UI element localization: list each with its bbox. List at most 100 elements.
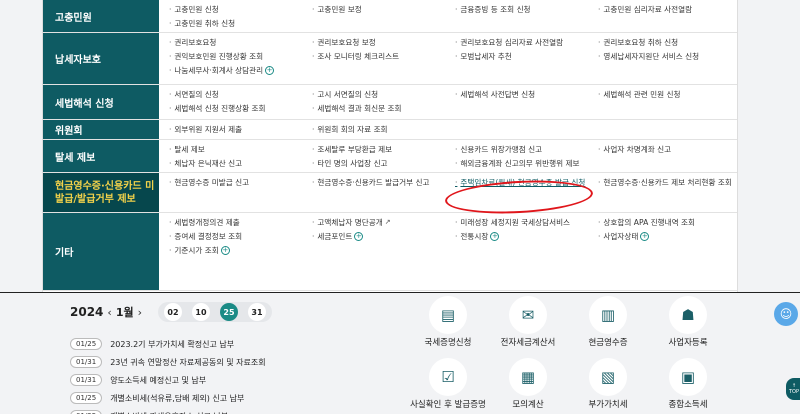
menu-link[interactable]: 체납자 은닉재산 신고	[169, 157, 312, 170]
menu-category[interactable]: 위원회	[43, 120, 159, 139]
menu-category[interactable]: 현금영수증·신용카드 미발급/발급거부 제보	[43, 173, 159, 212]
calendar-days: 02 10 25 31	[158, 302, 272, 322]
menu-link[interactable]: 세법해석 사전답변 신청	[455, 88, 598, 101]
menu-link-label: 외부위원 지원서 제출	[174, 125, 243, 134]
notice-date: 01/31	[70, 356, 103, 368]
expand-plus-icon[interactable]: +	[490, 232, 500, 241]
menu-category[interactable]: 고충민원	[43, 0, 159, 32]
menu-link[interactable]: 고시 서면질의 신청	[312, 88, 455, 101]
menu-category[interactable]: 기타	[43, 213, 159, 290]
menu-column: 권리보호요청 취하 신청영세납세자지원단 서비스 신청	[598, 36, 749, 82]
service-item[interactable]: ▤ 국세증명신청	[408, 296, 488, 358]
menu-link[interactable]: 기준시가 조회+	[169, 244, 312, 257]
menu-link[interactable]: 신용카드 위장가맹점 신고	[455, 143, 598, 156]
menu-category[interactable]: 탈세 제보	[43, 140, 159, 172]
notice-list: 01/25 2023.2기 부가가치세 확정신고 납부 01/31 23년 귀속 연말…	[70, 336, 360, 414]
expand-plus-icon[interactable]: +	[354, 232, 364, 241]
menu-link[interactable]: 전통시장+	[455, 230, 598, 243]
notice-item[interactable]: 01/25 개별소비세(석유류,담배 제외) 신고 납부	[70, 390, 360, 406]
notice-item[interactable]: 01/31 23년 귀속 연말정산 자료제공동의 및 자료조회	[70, 354, 360, 370]
calculator-icon: ▦	[520, 368, 536, 386]
menu-link[interactable]: 권익보호민원 진행상황 조회	[169, 50, 312, 63]
menu-link-label: 타인 명의 사업장 신고	[317, 159, 388, 168]
menu-link[interactable]: 권리보호요청	[169, 36, 312, 49]
calendar-day[interactable]: 31	[248, 303, 266, 321]
menu-link[interactable]: 조세탈루 부당환급 제보	[312, 143, 455, 156]
menu-link[interactable]: 나눔세무사·회계사 상담관리+	[169, 64, 312, 77]
menu-row: 세법해석 신청서면질의 신청세법해석 신청 진행상황 조회고시 서면질의 신청세…	[43, 85, 737, 120]
menu-link[interactable]: 해외금융계좌 신고의무 위반행위 제보	[455, 157, 598, 170]
service-item[interactable]: ☑ 사실확인 후 발급증명	[408, 358, 488, 414]
menu-link[interactable]: 조사 모니터링 체크리스트	[312, 50, 455, 63]
menu-link[interactable]: 권리보호요청 심리자료 사전열람	[455, 36, 598, 49]
menu-link[interactable]: 현금영수증 미발급 신고	[169, 176, 312, 189]
service-item[interactable]: ☗ 사업자등록	[648, 296, 728, 358]
menu-link[interactable]: 세법령개정의견 제출	[169, 216, 312, 229]
service-item[interactable]: ✉ 전자세금계산서	[488, 296, 568, 358]
service-item[interactable]: ▦ 모의계산	[488, 358, 568, 414]
menu-link[interactable]: 미래성장 세정지원 국세상담서비스	[455, 216, 598, 229]
menu-link[interactable]: 현금영수증·신용카드 발급거부 신고	[312, 176, 455, 189]
check-document-icon: ☑	[441, 368, 455, 386]
menu-column: 권리보호요청권익보호민원 진행상황 조회나눔세무사·회계사 상담관리+	[169, 36, 312, 82]
menu-link-label: 해외금융계좌 신고의무 위반행위 제보	[460, 159, 580, 168]
calendar-day[interactable]: 25	[220, 303, 238, 321]
notice-item[interactable]: 01/25 개별소비세 과세유흥장소 신고 납부	[70, 408, 360, 414]
menu-link[interactable]: 권리보호요청 보정	[312, 36, 455, 49]
chatbot-icon[interactable]: ☺	[774, 302, 798, 326]
menu-link[interactable]: 증여세 결정정보 조회	[169, 230, 312, 243]
notice-date: 01/25	[70, 410, 103, 414]
menu-links: 세법령개정의견 제출증여세 결정정보 조회기준시가 조회+ 고액체납자 명단공개↗…	[159, 213, 749, 290]
menu-link[interactable]: 고충민원 신청	[169, 3, 312, 16]
service-item[interactable]: ▣ 종합소득세	[648, 358, 728, 414]
service-item[interactable]: ▥ 현금영수증	[568, 296, 648, 358]
menu-link[interactable]: 위원회 회의 자료 조회	[312, 123, 455, 136]
menu-link[interactable]: 세금포인트+	[312, 230, 455, 243]
menu-link[interactable]: 모범납세자 추천	[455, 50, 598, 63]
menu-link[interactable]: 세법해석 결과 회신문 조회	[312, 102, 455, 115]
service-row: ☑ 사실확인 후 발급증명 ▦ 모의계산 ▧ 부가가치세 ▣ 종합소득세	[408, 358, 730, 414]
menu-link[interactable]: 고충민원 보정	[312, 3, 455, 16]
menu-link[interactable]: 타인 명의 사업장 신고	[312, 157, 455, 170]
menu-link-label: 권리보호요청 취하 신청	[603, 38, 679, 47]
menu-link[interactable]: 사업자상태+	[598, 230, 749, 243]
menu-link[interactable]: 고충민원 취하 신청	[169, 17, 312, 30]
menu-link[interactable]: 세법해석 관련 민원 신청	[598, 88, 749, 101]
menu-link[interactable]: 금융증빙 등 조회 신청	[455, 3, 598, 16]
next-month-icon[interactable]: ›	[138, 306, 142, 319]
expand-plus-icon[interactable]: +	[265, 66, 275, 75]
menu-link[interactable]: 세법해석 신청 진행상황 조회	[169, 102, 312, 115]
menu-column	[455, 123, 598, 137]
menu-category[interactable]: 납세자보호	[43, 33, 159, 84]
menu-link-label: 고충민원 신청	[174, 5, 219, 14]
menu-link-label: 고충민원 심리자료 사전열람	[603, 5, 693, 14]
menu-link[interactable]: 현금영수증·신용카드 제보 처리현황 조회	[598, 176, 749, 189]
menu-link[interactable]: 권리보호요청 취하 신청	[598, 36, 749, 49]
notice-text: 개별소비세(석유류,담배 제외) 신고 납부	[110, 393, 245, 403]
menu-link-label: 현금영수증·신용카드 제보 처리현황 조회	[603, 178, 732, 187]
menu-link[interactable]: 탈세 제보	[169, 143, 312, 156]
calendar-day[interactable]: 02	[164, 303, 182, 321]
expand-plus-icon[interactable]: +	[220, 246, 230, 255]
top-button[interactable]: ↑ TOP	[786, 378, 800, 400]
menu-link-label: 모범납세자 추천	[460, 52, 512, 61]
menu-link[interactable]: 서면질의 신청	[169, 88, 312, 101]
menu-link-label: 세법해석 사전답변 신청	[460, 90, 536, 99]
menu-row: 기타 세법령개정의견 제출증여세 결정정보 조회기준시가 조회+ 고액체납자 명단공…	[43, 213, 737, 291]
notice-item[interactable]: 01/31 양도소득세 예정신고 및 납부	[70, 372, 360, 388]
menu-link[interactable]: 고액체납자 명단공개↗	[312, 216, 455, 229]
menu-link-label: 고시 서면질의 신청	[317, 90, 379, 99]
service-icon-circle: ▤	[429, 296, 467, 334]
menu-link[interactable]: 고충민원 심리자료 사전열람	[598, 3, 749, 16]
expand-plus-icon[interactable]: +	[640, 232, 650, 241]
service-item[interactable]: ▧ 부가가치세	[568, 358, 648, 414]
menu-link[interactable]: 영세납세자지원단 서비스 신청	[598, 50, 749, 63]
calendar-day[interactable]: 10	[192, 303, 210, 321]
menu-link[interactable]: 주택임차료(월세) 현금영수증 발급 신청	[455, 176, 598, 189]
menu-link[interactable]: 상호합의 APA 진행내역 조회	[598, 216, 749, 229]
menu-link[interactable]: 외부위원 지원서 제출	[169, 123, 312, 136]
menu-category[interactable]: 세법해석 신청	[43, 85, 159, 119]
menu-link[interactable]: 사업자 차명계좌 신고	[598, 143, 749, 156]
prev-month-icon[interactable]: ‹	[107, 306, 111, 319]
notice-item[interactable]: 01/25 2023.2기 부가가치세 확정신고 납부	[70, 336, 360, 352]
